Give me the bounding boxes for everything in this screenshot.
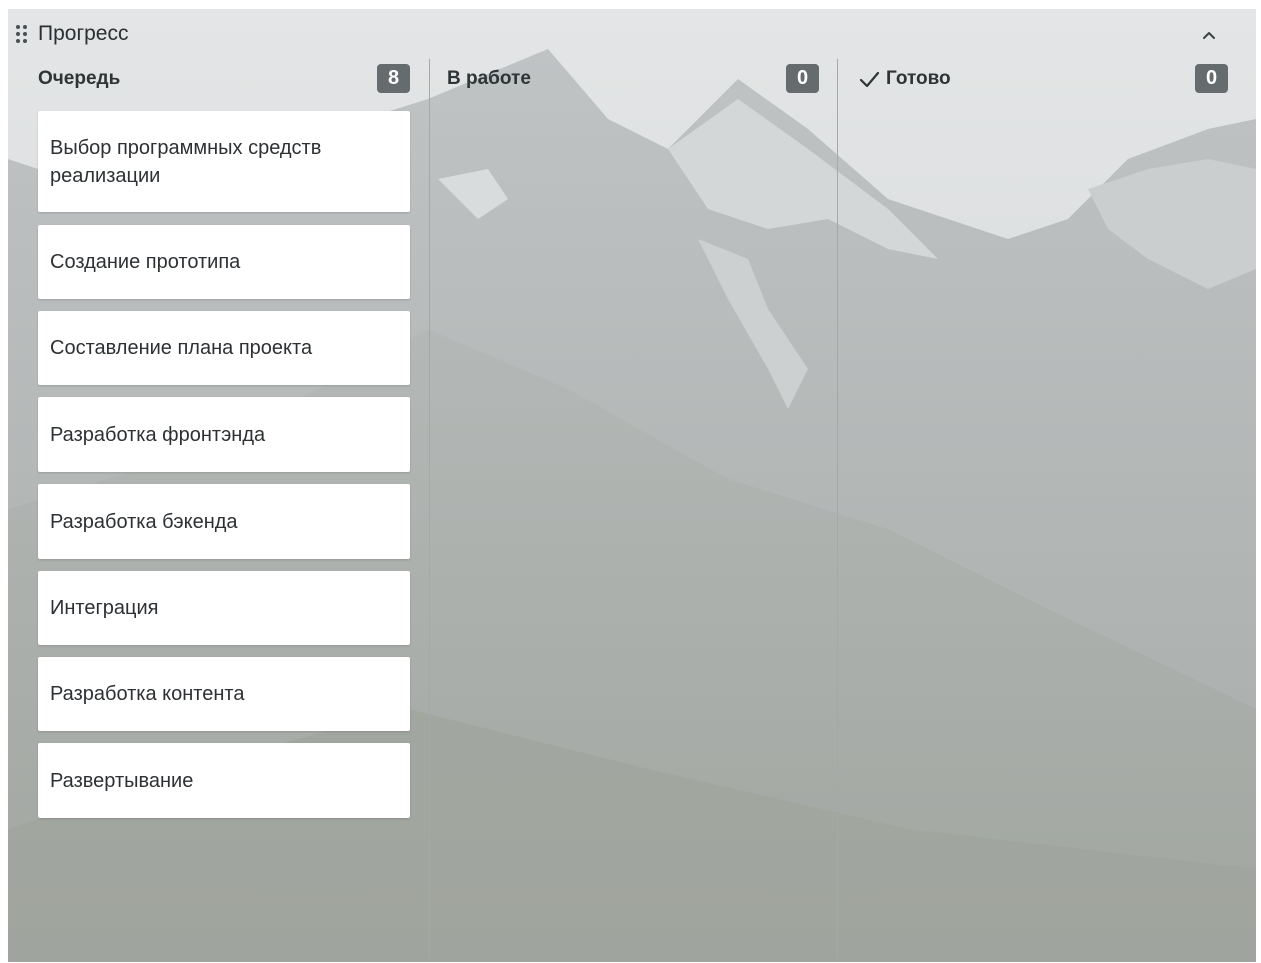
kanban-board: Прогресс Очередь 8 Выбор программных сре… [8,9,1256,962]
task-card-label: Разработка контента [50,683,245,705]
column-title: В работе [447,68,531,89]
task-card-label: Выбор программных средств реализации [50,136,322,187]
task-card-label: Разработка бэкенда [50,510,238,533]
collapse-button[interactable] [1198,24,1220,46]
task-card[interactable]: Интеграция [38,571,410,645]
column-title: Готово [886,68,951,89]
task-card[interactable]: Разработка фронтэнда [38,397,410,472]
column-done: Готово 0 [858,59,1228,962]
column-in-progress: В работе 0 [447,59,819,962]
drag-handle-icon[interactable] [15,23,29,45]
count-badge: 0 [786,64,819,93]
task-card-label: Интеграция [50,597,159,619]
task-card-label: Развертывание [50,769,194,792]
count-badge: 8 [377,64,410,93]
task-card-label: Разработка фронтэнда [50,423,266,446]
column-divider [837,59,838,959]
check-icon [859,71,880,88]
task-card-label: Создание прототипа [50,251,241,273]
panel-title: Прогресс [38,22,129,45]
column-title-wrap: Готово [858,68,951,90]
column-title: Очередь [38,68,121,89]
task-card[interactable]: Разработка бэкенда [38,484,410,559]
task-card[interactable]: Составление плана проекта [38,311,410,385]
chevron-up-icon [1203,32,1215,39]
count-badge: 0 [1195,64,1228,93]
panel-header: Прогресс [8,9,1256,59]
task-card[interactable]: Развертывание [38,743,410,818]
task-card[interactable]: Выбор программных средств реализации [38,111,410,212]
column-header: В работе 0 [447,59,819,99]
column-header: Готово 0 [858,59,1228,99]
column-divider [429,59,430,959]
column-queue: Очередь 8 Выбор программных средств реал… [38,59,410,962]
task-card[interactable]: Разработка контента [38,657,410,731]
column-header: Очередь 8 [38,59,410,99]
task-card-label: Составление плана проекта [50,337,313,359]
task-card[interactable]: Создание прототипа [38,225,410,299]
